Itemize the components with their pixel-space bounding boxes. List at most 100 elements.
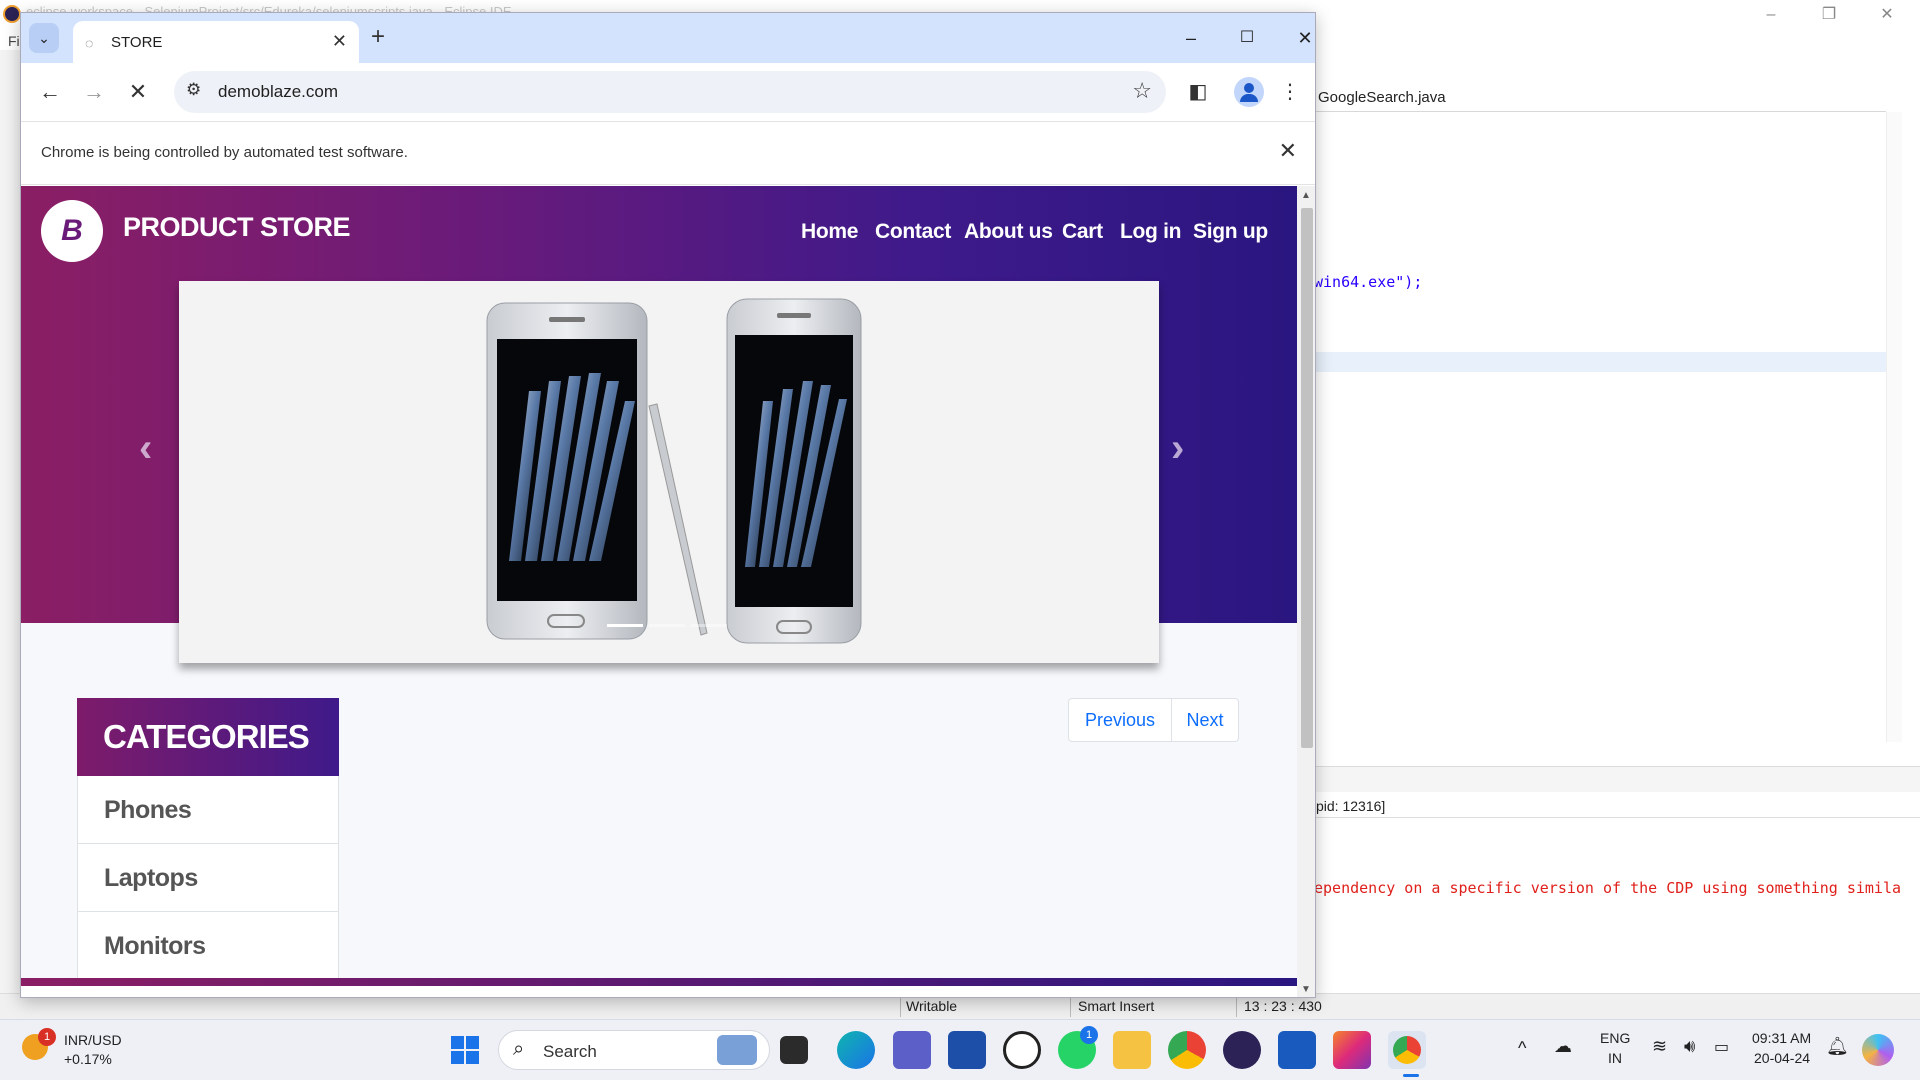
whatsapp-badge: 1	[1080, 1026, 1098, 1044]
task-view-icon[interactable]	[780, 1036, 808, 1064]
chrome-window: ⌄ ◌ STORE ✕ + – ☐ ✕ ← → ✕ ⚙ demoblaze.co…	[20, 12, 1316, 998]
carousel-indicator[interactable]	[649, 624, 685, 627]
widget-title[interactable]: INR/USD	[64, 1032, 122, 1048]
microsoft-store-icon[interactable]	[948, 1031, 986, 1069]
tab-search-chevron-icon[interactable]: ⌄	[29, 23, 59, 53]
widget-value[interactable]: +0.17%	[64, 1051, 112, 1067]
chrome-menu-kebab-icon[interactable]: ⋮	[1275, 77, 1305, 107]
infobar-close-icon[interactable]: ✕	[1279, 138, 1297, 164]
chrome-profile-icon[interactable]	[1168, 1031, 1206, 1069]
battery-icon[interactable]: ▭	[1714, 1037, 1729, 1057]
previous-page-button[interactable]: Previous	[1068, 698, 1172, 742]
category-phones[interactable]: Phones	[77, 776, 339, 844]
tab-store[interactable]: ◌ STORE ✕	[73, 21, 359, 63]
show-hidden-icons-chevron-icon[interactable]: ^	[1518, 1038, 1526, 1059]
scrollbar-thumb[interactable]	[1301, 208, 1313, 748]
nav-sign-up[interactable]: Sign up	[1193, 220, 1268, 244]
widget-badge: 1	[38, 1028, 56, 1046]
automation-infobar: Chrome is being controlled by automated …	[21, 121, 1315, 185]
status-writable: Writable	[906, 998, 958, 1014]
taskbar-search-box[interactable]: ⌕ Search	[498, 1030, 770, 1070]
status-separator	[900, 997, 901, 1017]
dell-icon[interactable]	[1003, 1031, 1041, 1069]
loading-favicon-icon: ◌	[85, 35, 94, 51]
clock-date[interactable]: 20-04-24	[1754, 1050, 1810, 1066]
eclipse-logo-icon	[3, 5, 21, 23]
brand-logo[interactable]: B	[41, 200, 103, 262]
new-tab-plus-icon[interactable]: +	[371, 25, 385, 49]
word-icon[interactable]	[1278, 1031, 1316, 1069]
address-bar[interactable]: ⚙ demoblaze.com ☆	[174, 71, 1166, 113]
nav-about-us[interactable]: About us	[964, 220, 1053, 244]
categories-heading[interactable]: CATEGORIES	[77, 698, 339, 776]
copilot-icon[interactable]	[1862, 1034, 1894, 1066]
forward-arrow-icon[interactable]: →	[79, 77, 109, 107]
editor-tab-divider	[1316, 111, 1886, 112]
wifi-icon[interactable]: ≋	[1652, 1036, 1667, 1057]
back-arrow-icon[interactable]: ←	[35, 77, 65, 107]
file-explorer-icon[interactable]	[1113, 1031, 1151, 1069]
tab-close-icon[interactable]: ✕	[332, 31, 347, 52]
code-line[interactable]: win64.exe");	[1314, 273, 1422, 291]
notification-bell-icon[interactable]: 🔔︎	[1826, 1036, 1849, 1057]
profile-body	[1240, 94, 1258, 102]
clock-time[interactable]: 09:31 AM	[1752, 1030, 1811, 1046]
ide-minimize-icon[interactable]: –	[1748, 2, 1794, 28]
url-text[interactable]: demoblaze.com	[218, 82, 338, 102]
nav-contact[interactable]: Contact	[875, 220, 951, 244]
carousel-phone-image	[486, 298, 862, 644]
teams-icon[interactable]	[893, 1031, 931, 1069]
chrome-maximize-icon[interactable]: ☐	[1227, 23, 1267, 53]
onedrive-cloud-icon[interactable]: ☁	[1554, 1036, 1572, 1057]
bookmark-star-icon[interactable]: ☆	[1132, 78, 1152, 104]
ide-left-sidebar	[0, 50, 22, 1010]
eclipse-icon[interactable]	[1223, 1031, 1261, 1069]
edge-browser-icon[interactable]	[837, 1031, 875, 1069]
product-carousel[interactable]	[179, 281, 1159, 663]
scroll-down-arrow-icon[interactable]: ▼	[1301, 984, 1311, 995]
next-page-button[interactable]: Next	[1171, 698, 1239, 742]
carousel-indicator-active[interactable]	[607, 624, 643, 627]
profile-avatar-icon[interactable]	[1234, 77, 1264, 107]
ide-menu-file[interactable]: Fi	[8, 33, 20, 49]
tab-title: STORE	[111, 34, 163, 51]
console-header	[1316, 796, 1920, 818]
carousel-indicator[interactable]	[691, 624, 727, 627]
volume-icon[interactable]: 🔊︎	[1684, 1036, 1695, 1057]
carousel-prev-arrow-icon[interactable]: ‹	[139, 426, 152, 471]
chrome-active-icon[interactable]	[1388, 1031, 1426, 1069]
nav-cart[interactable]: Cart	[1062, 220, 1103, 244]
category-laptops[interactable]: Laptops	[77, 844, 339, 912]
search-highlight-icon	[717, 1035, 757, 1065]
nav-log-in[interactable]: Log in	[1120, 220, 1181, 244]
ide-restore-icon[interactable]: ❐	[1806, 2, 1852, 28]
side-panel-icon[interactable]: ◧	[1183, 77, 1213, 107]
nav-home[interactable]: Home	[801, 220, 858, 244]
ide-editor-area	[1316, 58, 1920, 750]
ide-close-icon[interactable]: ✕	[1864, 2, 1910, 28]
editor-tab-googlesearch[interactable]: GoogleSearch.java	[1318, 89, 1446, 106]
chrome-logo	[1393, 1036, 1421, 1064]
page-scrollbar[interactable]: ▲ ▼	[1297, 186, 1315, 997]
windows-taskbar: 1 INR/USD +0.17% ⌕ Search 1 ^ ☁ ENG IN ≋…	[0, 1019, 1920, 1080]
chrome-minimize-icon[interactable]: –	[1171, 23, 1211, 53]
site-info-icon[interactable]: ⚙	[186, 80, 201, 100]
language-line-1[interactable]: ENG	[1600, 1030, 1630, 1046]
chrome-toolbar: ← → ✕ ⚙ demoblaze.com ☆ ◧ ⋮	[21, 63, 1315, 121]
language-line-2[interactable]: IN	[1608, 1050, 1622, 1066]
scroll-up-arrow-icon[interactable]: ▲	[1301, 190, 1311, 201]
editor-scrollbar[interactable]	[1886, 112, 1902, 742]
instagram-icon[interactable]	[1333, 1031, 1371, 1069]
windows-logo	[451, 1036, 479, 1064]
brand-logo-letter: B	[61, 214, 83, 247]
console-error-line: ependency on a specific version of the C…	[1314, 879, 1901, 897]
category-monitors[interactable]: Monitors	[77, 912, 339, 980]
carousel-next-arrow-icon[interactable]: ›	[1171, 426, 1184, 471]
taskbar-search-placeholder: Search	[543, 1042, 597, 1061]
windows-start-icon[interactable]	[446, 1031, 484, 1069]
brand-name[interactable]: PRODUCT STORE	[123, 212, 351, 243]
chrome-close-icon[interactable]: ✕	[1285, 23, 1315, 53]
stop-loading-icon[interactable]: ✕	[123, 77, 153, 107]
footer-edge	[21, 978, 1297, 986]
status-insert-mode: Smart Insert	[1078, 998, 1155, 1014]
